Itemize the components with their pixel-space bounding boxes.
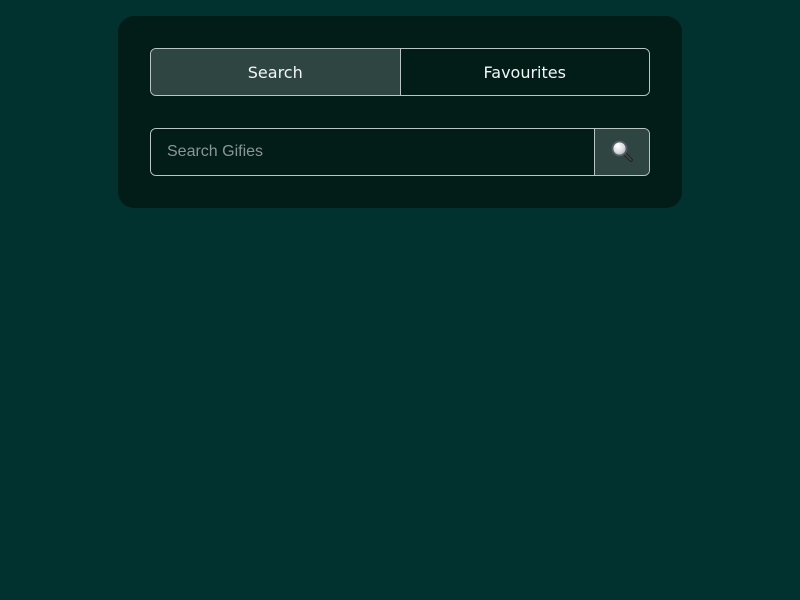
search-bar [150,128,650,176]
tab-bar: Search Favourites [150,48,650,96]
magnifying-glass-icon [610,139,634,166]
tab-search[interactable]: Search [151,49,400,95]
tab-favourites[interactable]: Favourites [399,49,649,95]
search-button[interactable] [594,129,649,175]
search-panel: Search Favourites [118,16,682,208]
search-input[interactable] [151,129,594,175]
